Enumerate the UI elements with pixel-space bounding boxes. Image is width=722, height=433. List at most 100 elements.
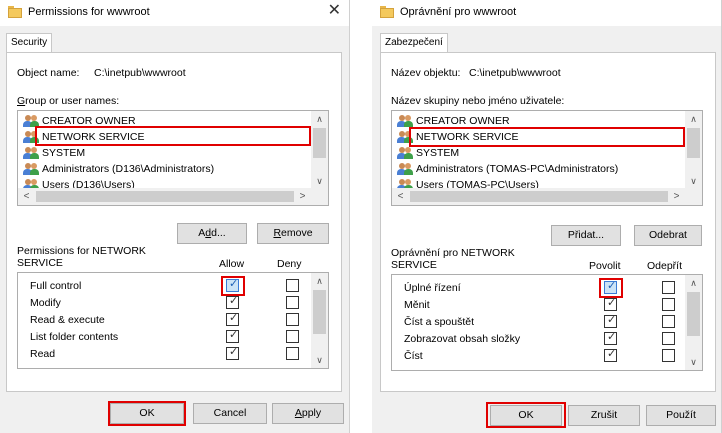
scroll-down-icon[interactable]: ∨ — [311, 352, 328, 368]
list-item-label: NETWORK SERVICE — [416, 131, 519, 143]
scroll-left-icon[interactable]: < — [18, 188, 35, 205]
scroll-up-icon[interactable]: ∧ — [685, 111, 702, 127]
add-button[interactable]: Přidat... — [551, 225, 621, 246]
list-item-label: SYSTEM — [42, 147, 86, 159]
deny-checkbox[interactable] — [662, 298, 675, 311]
scroll-down-icon[interactable]: ∨ — [311, 173, 328, 189]
remove-button[interactable]: Odebrat — [634, 225, 702, 246]
list-item[interactable]: SYSTEM — [392, 145, 684, 161]
allow-checkbox[interactable]: ✓ — [226, 278, 239, 292]
permissions-scrollbar[interactable]: ∧ ∨ — [685, 275, 702, 370]
allow-checkbox[interactable]: ✓ — [226, 295, 239, 309]
scroll-up-icon[interactable]: ∧ — [311, 111, 328, 127]
allow-checkbox[interactable]: ✓ — [604, 280, 617, 294]
permission-name: List folder contents — [30, 331, 119, 343]
list-item-label: Administrators (D136\Administrators) — [42, 163, 215, 175]
user-listbox[interactable]: CREATOR OWNER NETWORK SERVICE SYSTEM Adm… — [17, 110, 329, 206]
permissions-dialog-english: Permissions for wwwroot ✕ Security Objec… — [0, 0, 350, 433]
list-item[interactable]: SYSTEM — [18, 145, 310, 161]
window-title: Oprávnění pro wwwroot — [400, 6, 517, 18]
ok-button[interactable]: OK — [490, 405, 562, 426]
check-icon: ✓ — [229, 329, 239, 341]
list-item-label: CREATOR OWNER — [416, 115, 510, 127]
user-group-icon — [397, 115, 413, 127]
deny-column-header: Deny — [277, 258, 302, 270]
title-bar[interactable]: Oprávnění pro wwwroot — [372, 0, 721, 26]
deny-checkbox[interactable] — [662, 332, 675, 345]
deny-checkbox[interactable] — [286, 330, 299, 343]
permission-row: Full control ✓ — [18, 277, 310, 295]
remove-button[interactable]: Remove — [257, 223, 329, 244]
deny-checkbox[interactable] — [286, 313, 299, 326]
folder-icon — [380, 6, 394, 18]
check-icon: ✓ — [607, 314, 617, 326]
scroll-thumb[interactable] — [687, 292, 700, 336]
permission-name: Zobrazovat obsah složky — [404, 333, 521, 345]
cancel-button[interactable]: Zrušit — [568, 405, 640, 426]
group-user-names-label: Group or user names: — [17, 95, 120, 107]
horizontal-scrollbar[interactable]: < > — [392, 188, 702, 205]
vertical-scrollbar[interactable]: ∧ ∨ — [311, 111, 328, 189]
tab-security[interactable]: Zabezpečení — [380, 33, 448, 52]
scroll-up-icon[interactable]: ∧ — [311, 273, 328, 289]
list-item-selected[interactable]: NETWORK SERVICE — [392, 129, 684, 145]
permission-row: Číst a spouštět ✓ — [392, 313, 684, 331]
allow-checkbox[interactable]: ✓ — [604, 314, 617, 328]
deny-column-header: Odepřít — [647, 260, 683, 272]
allow-checkbox[interactable]: ✓ — [226, 346, 239, 360]
deny-checkbox[interactable] — [286, 347, 299, 360]
scroll-right-icon[interactable]: > — [294, 188, 311, 205]
horizontal-scrollbar[interactable]: < > — [18, 188, 328, 205]
deny-checkbox[interactable] — [662, 315, 675, 328]
list-item-selected[interactable]: NETWORK SERVICE — [18, 129, 310, 145]
deny-checkbox[interactable] — [286, 279, 299, 292]
add-button[interactable]: Add... — [177, 223, 247, 244]
scroll-thumb[interactable] — [687, 128, 700, 158]
apply-button[interactable]: Apply — [272, 403, 344, 424]
scroll-thumb[interactable] — [313, 128, 326, 158]
close-icon[interactable]: ✕ — [328, 3, 341, 19]
user-group-icon — [23, 163, 39, 175]
permissions-scrollbar[interactable]: ∧ ∨ — [311, 273, 328, 368]
apply-button[interactable]: Použít — [646, 405, 716, 426]
user-group-icon — [397, 163, 413, 175]
permission-row: Číst ✓ — [392, 347, 684, 365]
permission-name: Číst — [404, 350, 423, 362]
scroll-thumb[interactable] — [313, 290, 326, 334]
allow-checkbox[interactable]: ✓ — [604, 348, 617, 362]
user-group-icon — [23, 147, 39, 159]
check-icon: ✓ — [229, 278, 239, 290]
deny-checkbox[interactable] — [662, 349, 675, 362]
check-icon: ✓ — [607, 331, 617, 343]
list-item[interactable]: CREATOR OWNER — [18, 113, 310, 129]
user-listbox[interactable]: CREATOR OWNER NETWORK SERVICE SYSTEM Adm… — [391, 110, 703, 206]
scroll-left-icon[interactable]: < — [392, 188, 409, 205]
allow-checkbox[interactable]: ✓ — [604, 297, 617, 311]
tab-security[interactable]: Security — [6, 33, 53, 52]
scroll-down-icon[interactable]: ∨ — [685, 173, 702, 189]
ok-button[interactable]: OK — [110, 403, 184, 424]
object-name-row: Object name: C:\inetpub\wwwroot — [17, 67, 186, 79]
list-item[interactable]: CREATOR OWNER — [392, 113, 684, 129]
scroll-thumb[interactable] — [410, 191, 668, 202]
vertical-scrollbar[interactable]: ∧ ∨ — [685, 111, 702, 189]
check-icon: ✓ — [607, 348, 617, 360]
check-icon: ✓ — [607, 280, 617, 292]
cancel-button[interactable]: Cancel — [193, 403, 267, 424]
scroll-thumb[interactable] — [36, 191, 294, 202]
tab-strip: Zabezpečení — [372, 26, 721, 52]
deny-checkbox[interactable] — [662, 281, 675, 294]
allow-checkbox[interactable]: ✓ — [604, 331, 617, 345]
user-group-icon — [23, 131, 39, 143]
allow-checkbox[interactable]: ✓ — [226, 312, 239, 326]
list-item[interactable]: Administrators (D136\Administrators) — [18, 161, 310, 177]
deny-checkbox[interactable] — [286, 296, 299, 309]
user-group-icon — [397, 147, 413, 159]
title-bar[interactable]: Permissions for wwwroot ✕ — [0, 0, 349, 26]
list-item[interactable]: Administrators (TOMAS-PC\Administrators) — [392, 161, 684, 177]
allow-checkbox[interactable]: ✓ — [226, 329, 239, 343]
scroll-right-icon[interactable]: > — [668, 188, 685, 205]
scroll-up-icon[interactable]: ∧ — [685, 275, 702, 291]
scroll-down-icon[interactable]: ∨ — [685, 354, 702, 370]
folder-icon — [8, 6, 22, 18]
